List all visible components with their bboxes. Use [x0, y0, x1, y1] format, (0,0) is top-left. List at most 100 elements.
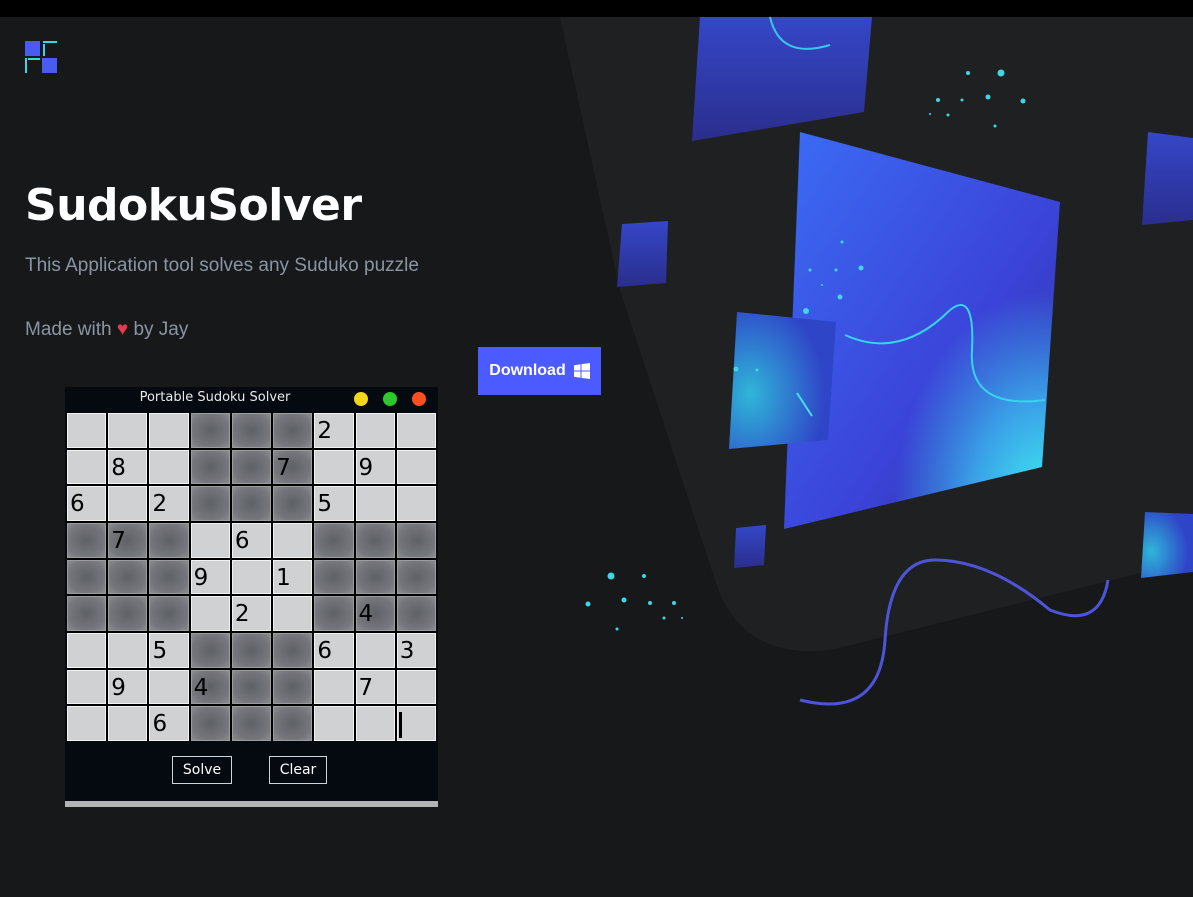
sudoku-cell[interactable]	[67, 633, 107, 668]
sudoku-cell[interactable]	[273, 596, 313, 631]
sudoku-cell[interactable]: 4	[355, 596, 395, 631]
sudoku-cell[interactable]: 2	[231, 596, 272, 631]
sudoku-cell[interactable]: 2	[314, 413, 354, 448]
sudoku-cell[interactable]	[108, 413, 148, 448]
sudoku-cell[interactable]: 1	[273, 559, 313, 595]
sudoku-cell[interactable]	[314, 449, 354, 485]
sudoku-cell[interactable]	[314, 523, 354, 558]
sudoku-cell[interactable]: 5	[149, 633, 189, 668]
sudoku-cell[interactable]	[149, 413, 189, 448]
sudoku-cell[interactable]: 8	[108, 449, 148, 485]
sudoku-cell[interactable]: 6	[314, 633, 354, 668]
sudoku-cell[interactable]	[355, 413, 395, 448]
maximize-icon[interactable]	[383, 392, 397, 406]
sudoku-cell[interactable]	[396, 486, 436, 521]
sudoku-cell[interactable]	[314, 559, 354, 595]
sudoku-cell[interactable]	[314, 596, 354, 631]
sudoku-cell[interactable]	[231, 449, 272, 485]
sudoku-cell[interactable]	[231, 669, 272, 705]
sudoku-cell[interactable]	[396, 559, 436, 595]
sudoku-cell[interactable]	[67, 413, 107, 448]
solve-button[interactable]: Solve	[172, 756, 232, 784]
sudoku-cell[interactable]: 7	[273, 449, 313, 485]
sudoku-cell[interactable]	[231, 413, 272, 448]
sudoku-cell[interactable]	[190, 486, 230, 521]
sudoku-cell[interactable]	[231, 633, 272, 668]
app-window-title: Portable Sudoku Solver	[139, 390, 291, 405]
app-title-bar: Portable Sudoku Solver	[65, 387, 438, 411]
made-with-prefix: Made with	[25, 319, 112, 340]
sudoku-cell[interactable]	[67, 596, 107, 631]
sudoku-cell[interactable]	[190, 596, 230, 631]
sudoku-cell[interactable]	[67, 706, 107, 741]
minimize-icon[interactable]	[354, 392, 368, 406]
sudoku-cell[interactable]	[231, 706, 272, 741]
sudoku-cell[interactable]: 6	[149, 706, 189, 741]
clear-button[interactable]: Clear	[269, 756, 327, 784]
sudoku-cell[interactable]: 6	[231, 523, 272, 558]
download-button[interactable]: Download	[478, 347, 601, 395]
art-card-right-top	[1142, 132, 1193, 225]
sudoku-cell[interactable]	[67, 669, 107, 705]
sudoku-cell[interactable]	[396, 596, 436, 631]
sudoku-cell[interactable]	[314, 706, 354, 741]
sudoku-cell[interactable]	[396, 413, 436, 448]
windows-icon	[573, 363, 590, 379]
sudoku-cell[interactable]: 3	[396, 633, 436, 668]
sudoku-cell[interactable]	[273, 633, 313, 668]
sudoku-cell[interactable]	[190, 449, 230, 485]
sudoku-cell[interactable]	[67, 559, 107, 595]
sudoku-cell[interactable]	[67, 523, 107, 558]
sudoku-cell[interactable]	[108, 559, 148, 595]
sudoku-cell[interactable]: 5	[314, 486, 354, 521]
sudoku-cell[interactable]	[396, 449, 436, 485]
sudoku-cell[interactable]: 2	[149, 486, 189, 521]
sudoku-cell[interactable]	[273, 523, 313, 558]
app-logo-icon[interactable]	[25, 41, 57, 73]
sudoku-cell[interactable]	[190, 413, 230, 448]
sudoku-cell[interactable]	[355, 523, 395, 558]
sudoku-cell[interactable]	[108, 706, 148, 741]
heart-icon: ♥	[116, 319, 129, 340]
sudoku-cell[interactable]	[149, 669, 189, 705]
sudoku-cell[interactable]	[231, 559, 272, 595]
sudoku-cell[interactable]	[273, 486, 313, 521]
sudoku-cell[interactable]	[190, 706, 230, 741]
page-title: SudokuSolver	[25, 180, 362, 231]
page-subtitle: This Application tool solves any Suduko …	[25, 255, 419, 276]
close-icon[interactable]	[412, 392, 426, 406]
sudoku-cell[interactable]	[355, 486, 395, 521]
sudoku-cell[interactable]	[273, 413, 313, 448]
sudoku-cell[interactable]	[396, 669, 436, 705]
art-card-mid	[729, 312, 836, 449]
app-scrollbar[interactable]	[65, 801, 438, 807]
sudoku-cell[interactable]	[355, 559, 395, 595]
sudoku-cell[interactable]	[190, 633, 230, 668]
art-card-small-bottom	[734, 525, 766, 568]
sudoku-cell[interactable]	[67, 449, 107, 485]
sudoku-cell[interactable]	[396, 706, 436, 741]
sudoku-cell[interactable]	[355, 633, 395, 668]
sudoku-cell[interactable]	[314, 669, 354, 705]
sudoku-cell[interactable]	[190, 523, 230, 558]
sudoku-cell[interactable]	[149, 596, 189, 631]
sudoku-cell[interactable]	[108, 486, 148, 521]
sudoku-cell[interactable]: 4	[190, 669, 230, 705]
sudoku-cell[interactable]	[396, 523, 436, 558]
sudoku-cell[interactable]	[149, 559, 189, 595]
sudoku-cell[interactable]	[108, 633, 148, 668]
sudoku-cell[interactable]: 9	[190, 559, 230, 595]
sudoku-cell[interactable]	[273, 669, 313, 705]
sudoku-cell[interactable]: 7	[355, 669, 395, 705]
sudoku-cell[interactable]	[273, 706, 313, 741]
sudoku-cell[interactable]	[149, 449, 189, 485]
sudoku-cell[interactable]: 9	[108, 669, 148, 705]
sudoku-cell[interactable]: 9	[355, 449, 395, 485]
sudoku-cell[interactable]	[231, 486, 272, 521]
app-footer: Solve Clear	[65, 743, 438, 801]
sudoku-cell[interactable]	[149, 523, 189, 558]
sudoku-cell[interactable]: 6	[67, 486, 107, 521]
sudoku-cell[interactable]: 7	[108, 523, 148, 558]
sudoku-cell[interactable]	[355, 706, 395, 741]
sudoku-cell[interactable]	[108, 596, 148, 631]
